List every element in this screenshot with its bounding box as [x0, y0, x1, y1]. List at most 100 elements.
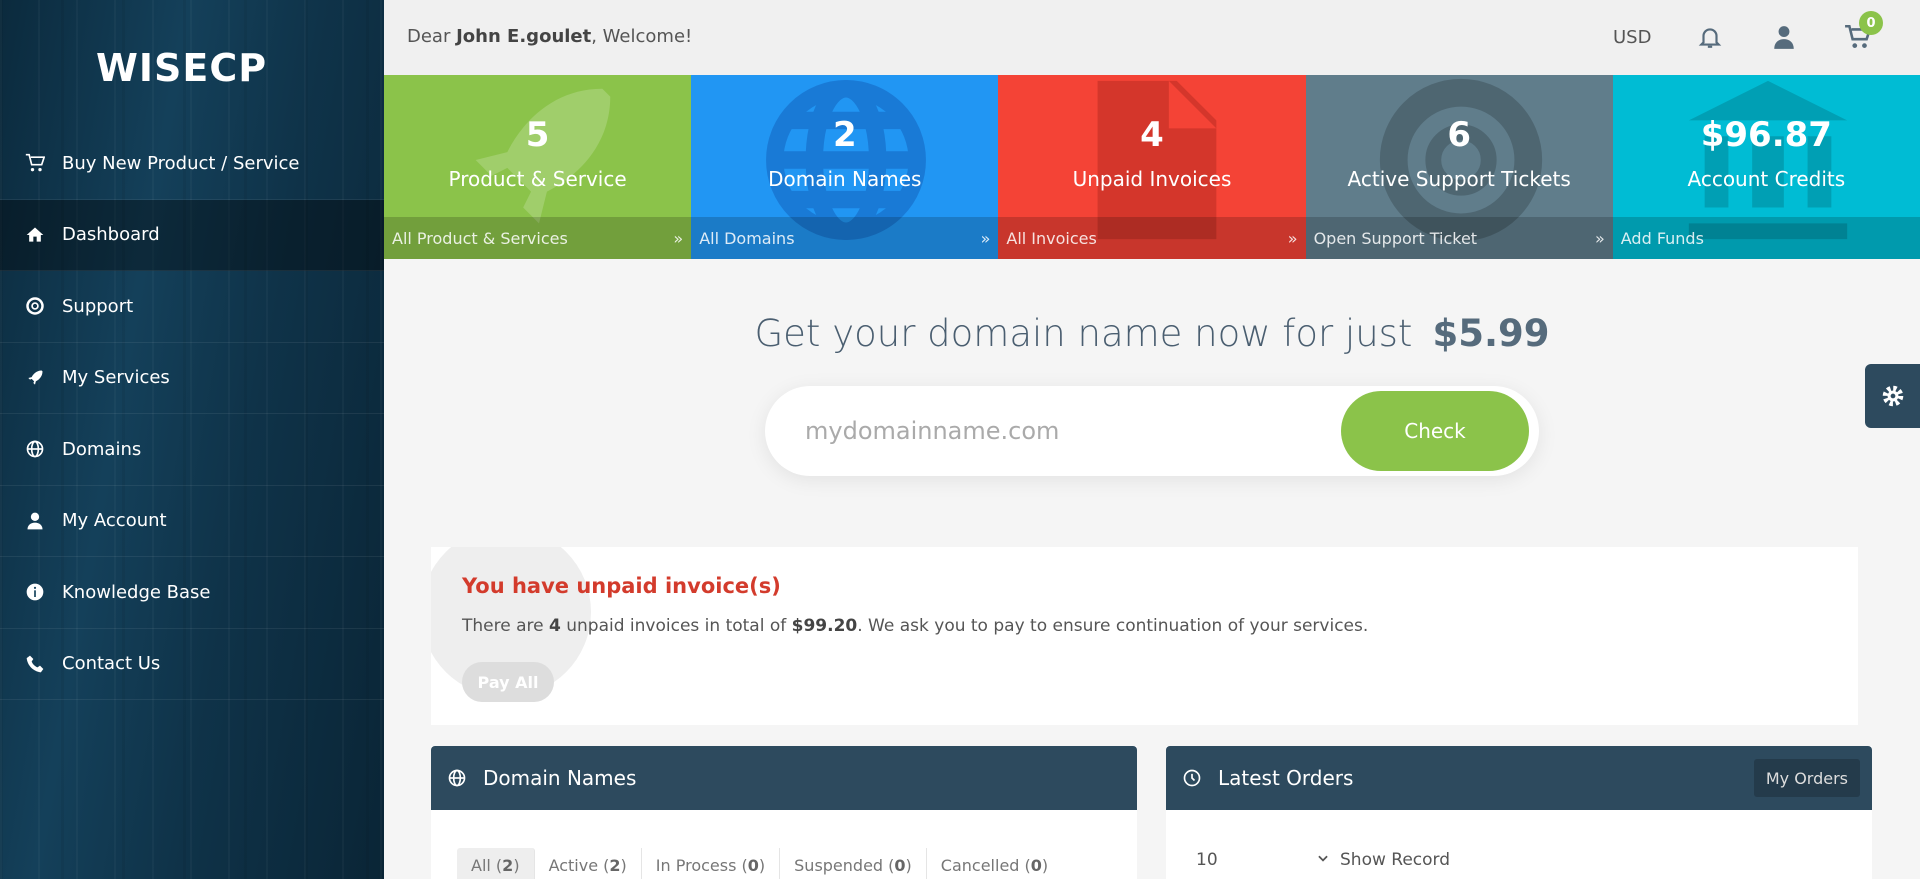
tile-value: 4	[1140, 115, 1164, 155]
rocket-icon	[24, 367, 46, 389]
bell-icon[interactable]	[1697, 24, 1723, 50]
show-record-control: 10 Show Record	[1196, 850, 1450, 870]
panel-header: Domain Names	[431, 746, 1137, 810]
filter-suspended[interactable]: Suspended (0)	[780, 848, 927, 879]
filter-count: 0	[1030, 856, 1042, 875]
tile-link-label: All Invoices	[1006, 228, 1097, 248]
tile-account-credits[interactable]: $96.87 Account Credits Add Funds	[1612, 75, 1920, 259]
sidebar-item-my-account[interactable]: My Account	[0, 486, 384, 557]
sidebar-item-buy-new-product[interactable]: Buy New Product / Service	[0, 128, 384, 200]
domain-search-input[interactable]	[805, 411, 1305, 451]
double-chevron-icon: »	[1287, 228, 1298, 248]
user-name: John E.goulet	[456, 26, 592, 47]
tile-link-label: All Domains	[699, 228, 795, 248]
tile-product-service[interactable]: 5 Product & Service All Product & Servic…	[384, 75, 692, 259]
sidebar-item-label: Contact Us	[62, 653, 161, 675]
filter-label: Suspended	[794, 856, 884, 875]
filter-label: All	[471, 856, 491, 875]
sidebar-item-label: Dashboard	[62, 224, 160, 246]
filter-cancelled[interactable]: Cancelled (0)	[927, 848, 1062, 879]
unpaid-invoice-notice: You have unpaid invoice(s) There are 4 u…	[431, 547, 1858, 725]
info-icon	[24, 581, 46, 603]
cart-icon	[24, 152, 46, 174]
phone-icon	[24, 653, 46, 675]
panel-title: Domain Names	[483, 766, 637, 790]
double-chevron-icon: »	[1594, 228, 1605, 248]
my-orders-button[interactable]: My Orders	[1753, 759, 1860, 797]
tile-label: Active Support Tickets	[1347, 167, 1571, 191]
sidebar-item-label: My Account	[62, 510, 167, 532]
unpaid-title: You have unpaid invoice(s)	[462, 574, 781, 598]
tile-unpaid-invoices[interactable]: 4 Unpaid Invoices All Invoices »	[998, 75, 1306, 259]
sidebar-item-knowledge-base[interactable]: Knowledge Base	[0, 557, 384, 629]
sidebar-item-label: Knowledge Base	[62, 581, 211, 603]
tile-value: 6	[1447, 115, 1471, 155]
tile-link-open-ticket[interactable]: Open Support Ticket »	[1305, 217, 1613, 259]
tile-domain-names[interactable]: 2 Domain Names All Domains »	[691, 75, 999, 259]
stat-tiles: 5 Product & Service All Product & Servic…	[384, 75, 1920, 259]
tile-label: Account Credits	[1687, 167, 1846, 191]
promo-price: $5.99	[1432, 312, 1550, 355]
cart-count-badge: 0	[1859, 11, 1883, 35]
filter-label: In Process	[655, 856, 737, 875]
tile-link-label: All Product & Services	[392, 228, 568, 248]
panel-header: Latest Orders My Orders	[1166, 746, 1872, 810]
user-icon	[24, 510, 46, 532]
tile-support-tickets[interactable]: 6 Active Support Tickets Open Support Ti…	[1305, 75, 1613, 259]
sidebar-item-domains[interactable]: Domains	[0, 414, 384, 486]
filter-label: Cancelled	[940, 856, 1020, 875]
greeting-suffix: , Welcome!	[591, 26, 693, 47]
domain-names-panel: Domain Names All (2) Active (2) In Proce…	[431, 746, 1137, 879]
sidebar-item-contact-us[interactable]: Contact Us	[0, 629, 384, 700]
wisecp-logo[interactable]: WISECP	[96, 46, 267, 90]
sidebar-item-label: Support	[62, 295, 134, 317]
msg-part: unpaid invoices in total of	[560, 616, 792, 636]
lifebuoy-icon	[24, 295, 46, 317]
latest-orders-panel: Latest Orders My Orders 10 Show Record	[1166, 746, 1872, 879]
msg-part: . We ask you to pay to ensure continuati…	[857, 616, 1369, 636]
tile-link-all-invoices[interactable]: All Invoices »	[998, 217, 1306, 259]
filter-count: 2	[609, 856, 621, 875]
chevron-down-icon[interactable]	[1316, 850, 1330, 870]
sidebar-item-support[interactable]: Support	[0, 271, 384, 343]
domain-promo-headline: Get your domain name now for just $5.99	[384, 312, 1920, 355]
filter-label: Active	[548, 856, 599, 875]
filter-count: 0	[894, 856, 906, 875]
sidebar-item-label: Buy New Product / Service	[62, 152, 300, 174]
filter-in-process[interactable]: In Process (0)	[642, 848, 781, 879]
show-record-label: Show Record	[1340, 850, 1451, 870]
records-per-page-select[interactable]: 10	[1196, 850, 1316, 870]
unpaid-count: 4	[549, 616, 561, 636]
filter-count: 2	[502, 856, 514, 875]
tile-value: 5	[525, 115, 550, 155]
sidebar-item-my-services[interactable]: My Services	[0, 343, 384, 414]
settings-gear-tab[interactable]	[1865, 364, 1920, 428]
tile-label: Domain Names	[768, 167, 922, 191]
tile-link-add-funds[interactable]: Add Funds	[1612, 217, 1920, 259]
tile-label: Product & Service	[448, 167, 627, 191]
welcome-message: Dear John E.goulet, Welcome!	[407, 26, 692, 47]
tile-link-label: Add Funds	[1620, 228, 1704, 248]
double-chevron-icon: »	[673, 228, 684, 248]
greeting-prefix: Dear	[407, 26, 457, 47]
check-domain-button[interactable]: Check	[1341, 391, 1529, 471]
top-bar: Dear John E.goulet, Welcome! USD 0	[384, 0, 1920, 75]
sidebar-menu: Buy New Product / Service Dashboard Supp…	[0, 128, 384, 700]
filter-active[interactable]: Active (2)	[535, 848, 642, 879]
tile-link-all-domains[interactable]: All Domains »	[691, 217, 999, 259]
sidebar: WISECP Buy New Product / Service Dashboa…	[0, 0, 384, 879]
domain-search-box: Check	[765, 386, 1539, 476]
tile-link-all-products[interactable]: All Product & Services »	[384, 217, 692, 259]
tile-value: 2	[832, 115, 857, 155]
user-icon[interactable]	[1771, 24, 1797, 50]
tile-value: $96.87	[1700, 115, 1832, 155]
double-chevron-icon: »	[980, 228, 991, 248]
tile-label: Unpaid Invoices	[1072, 167, 1232, 191]
pay-all-button[interactable]: Pay All	[462, 662, 554, 702]
filter-count: 0	[747, 856, 759, 875]
unpaid-message: There are 4 unpaid invoices in total of …	[462, 616, 1368, 636]
filter-all[interactable]: All (2)	[457, 848, 535, 879]
currency-selector[interactable]: USD	[1613, 27, 1651, 48]
sidebar-item-dashboard[interactable]: Dashboard	[0, 199, 384, 271]
globe-icon	[447, 767, 469, 789]
